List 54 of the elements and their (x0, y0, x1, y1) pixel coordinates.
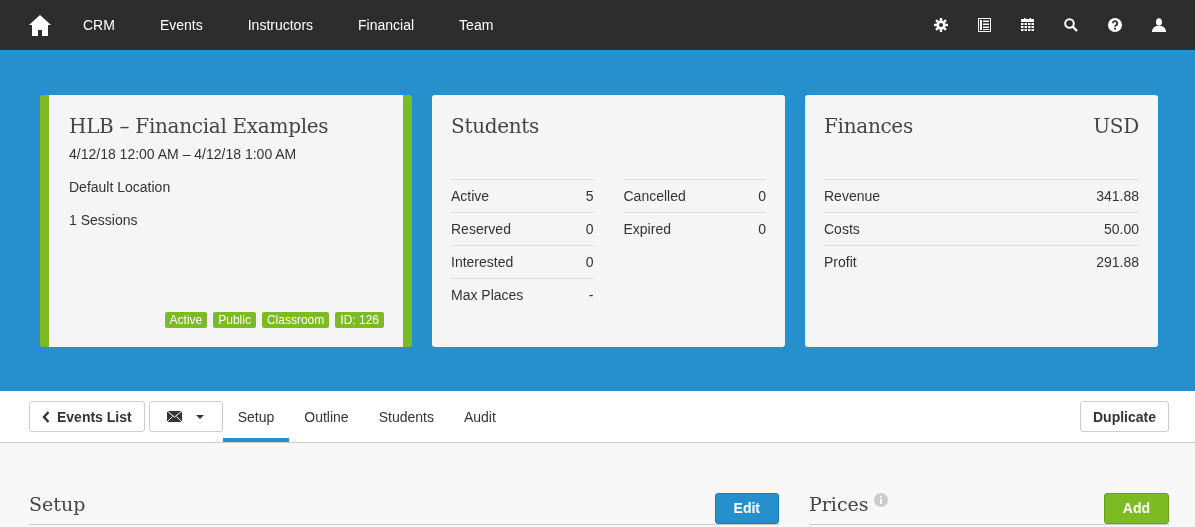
currency-label: USD (1093, 114, 1139, 138)
section-title: Setup (29, 493, 86, 515)
event-sessions: 1 Sessions (69, 212, 139, 228)
finance-value: 291.88 (1096, 254, 1139, 270)
search-icon[interactable] (1064, 18, 1078, 32)
home-icon[interactable] (29, 14, 51, 36)
chevron-left-icon (42, 410, 50, 423)
event-tag: ID: 126 (335, 312, 384, 328)
finance-label: Costs (824, 221, 860, 237)
nav-link[interactable]: Team (459, 17, 494, 33)
section-action-button[interactable]: Edit (714, 492, 779, 524)
tab[interactable]: Audit (448, 395, 511, 442)
duplicate-button[interactable]: Duplicate (1080, 401, 1169, 432)
event-dates: 4/12/18 12:00 AM – 4/12/18 1:00 AM (69, 146, 298, 162)
help-icon[interactable] (1108, 18, 1122, 32)
event-tag: Active (164, 312, 208, 328)
stat-value: 0 (585, 221, 594, 237)
stat-label: Active (451, 188, 490, 204)
calendar-icon[interactable] (1021, 18, 1034, 32)
tab[interactable]: Setup (222, 395, 290, 442)
nav-link[interactable]: Events (159, 17, 203, 33)
event-tag: Public (213, 312, 256, 328)
finance-value: 50.00 (1103, 221, 1139, 237)
events-list-button[interactable]: Events List (29, 401, 145, 432)
stat-label: Interested (451, 254, 514, 270)
nav-link[interactable]: CRM (83, 17, 115, 33)
tab[interactable]: Outline (289, 395, 364, 442)
envelope-icon (167, 411, 183, 422)
section-title: Prices (809, 493, 869, 515)
tab[interactable]: Students (363, 395, 449, 442)
list-icon[interactable] (978, 18, 991, 32)
stat-value: 0 (585, 254, 594, 270)
event-title: HLB – Financial Examples (69, 114, 330, 138)
stat-value: 5 (585, 188, 594, 204)
nav-link[interactable]: Financial (358, 17, 415, 33)
stat-value: - (588, 287, 594, 303)
card-title: Finances (824, 114, 913, 138)
stat-label: Max Places (451, 287, 524, 303)
user-icon[interactable] (1152, 18, 1166, 32)
stat-label: Expired (623, 221, 671, 237)
card-title: Students (451, 114, 540, 138)
stat-label: Cancelled (623, 188, 686, 204)
event-location: Default Location (69, 179, 172, 195)
finance-label: Profit (824, 254, 857, 270)
stat-value: 0 (758, 188, 766, 204)
finance-value: 341.88 (1096, 188, 1139, 204)
finance-label: Revenue (824, 188, 881, 204)
stat-value: 0 (758, 221, 766, 237)
caret-icon (196, 414, 205, 419)
email-dropdown-button[interactable] (148, 401, 223, 432)
nav-link[interactable]: Instructors (247, 17, 314, 33)
event-tag: Classroom (261, 312, 330, 328)
settings-icon[interactable] (934, 18, 948, 32)
stat-label: Reserved (451, 221, 511, 237)
